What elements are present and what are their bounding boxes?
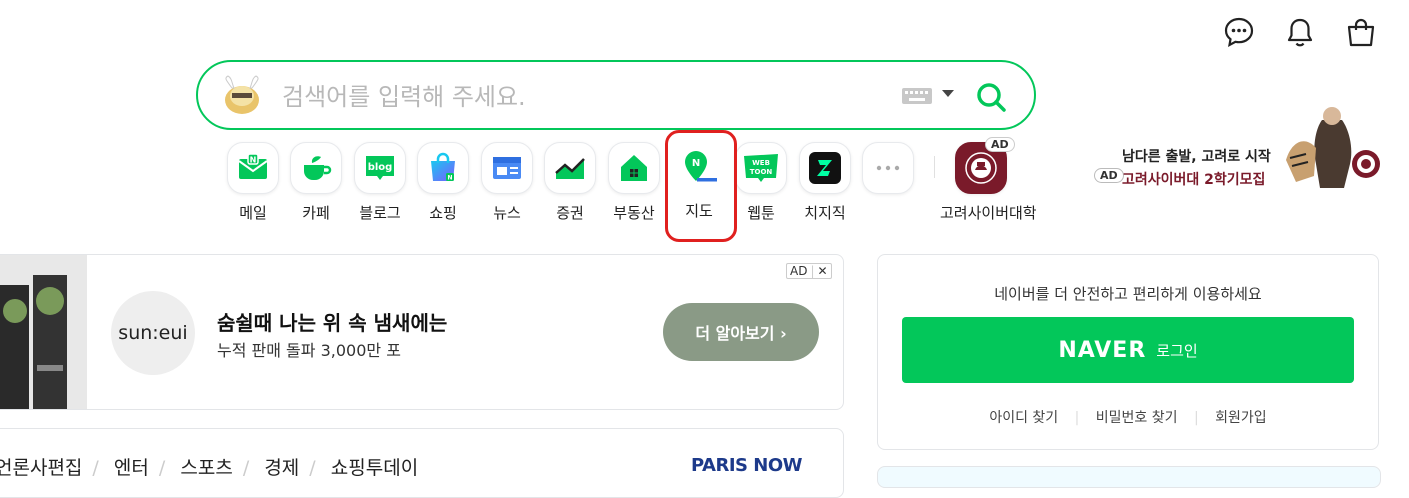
cafe-icon — [290, 142, 342, 194]
service-real-estate[interactable]: 부동산 — [601, 142, 667, 223]
service-label: 부동산 — [613, 204, 655, 222]
service-label: 고려사이버대학 — [940, 204, 1037, 222]
service-label: 카페 — [302, 204, 330, 222]
side-ad-subline: 고려사이버대 2학기모집 — [1122, 172, 1266, 188]
find-password-link[interactable]: 비밀번호 찾기 — [1096, 410, 1178, 426]
login-button-label: 로그인 — [1156, 341, 1198, 360]
service-blog[interactable]: blog 블로그 — [347, 142, 413, 223]
naver-login-button[interactable]: NAVER 로그인 — [902, 317, 1354, 383]
service-more[interactable] — [855, 142, 921, 194]
brand-logo: sun:eui — [111, 291, 195, 375]
service-label: 증권 — [556, 204, 584, 222]
service-stock[interactable]: 증권 — [537, 142, 603, 223]
service-label: 뉴스 — [493, 204, 521, 222]
side-ad-image — [1286, 100, 1382, 192]
banner-ad[interactable]: sun:eui 숨쉴때 나는 위 속 냄새에는 누적 판매 돌파 3,000만 … — [0, 254, 844, 410]
learn-more-button[interactable]: 더 알아보기 › — [663, 303, 819, 361]
banner-ad-subtitle: 누적 판매 돌파 3,000만 포 — [217, 341, 401, 360]
mail-icon: N — [227, 142, 279, 194]
search-button[interactable] — [974, 80, 1008, 114]
service-cafe[interactable]: 카페 — [283, 142, 349, 223]
login-card: 네이버를 더 안전하고 편리하게 이용하세요 NAVER 로그인 아이디 찾기 … — [877, 254, 1379, 450]
brand-name: sun:eui — [118, 322, 188, 344]
highlight-box — [665, 130, 737, 242]
service-news[interactable]: 뉴스 — [474, 142, 540, 223]
keyboard-icon[interactable] — [902, 86, 932, 106]
svg-text:blog: blog — [368, 162, 393, 173]
talk-icon[interactable] — [1221, 14, 1257, 50]
search-icon — [977, 83, 1006, 112]
find-id-link[interactable]: 아이디 찾기 — [989, 410, 1058, 426]
service-label: 웹툰 — [747, 204, 775, 222]
service-label: 쇼핑 — [429, 204, 457, 222]
link-separator: | — [1074, 410, 1080, 426]
shopping-bag-icon[interactable] — [1343, 14, 1379, 50]
banner-ad-image — [0, 255, 87, 409]
shopping-icon: N — [417, 142, 469, 194]
service-label: 메일 — [239, 204, 267, 222]
service-shopping[interactable]: N 쇼핑 — [410, 142, 476, 223]
svg-text:WEB: WEB — [752, 159, 770, 167]
service-label: 치지직 — [804, 204, 846, 222]
close-icon[interactable]: ✕ — [818, 264, 828, 278]
paris-now-logo[interactable]: PARIS NOW — [691, 455, 802, 476]
ad-label: AD | ✕ — [786, 263, 832, 279]
signup-link[interactable]: 회원가입 — [1215, 410, 1267, 426]
next-card — [877, 466, 1381, 488]
keyboard-dropdown-icon[interactable] — [942, 90, 954, 97]
ad-badge: AD — [790, 264, 808, 278]
news-icon — [481, 142, 533, 194]
more-icon — [862, 142, 914, 194]
search-input[interactable] — [280, 80, 884, 114]
side-ad[interactable]: 남다른 출발, 고려로 시작 AD 고려사이버대 2학기모집 — [1090, 100, 1390, 200]
service-chzzk[interactable]: 치지직 — [792, 142, 858, 223]
stock-icon — [544, 142, 596, 194]
search-mascot-icon — [220, 74, 264, 118]
service-webtoon[interactable]: WEB TOON 웹툰 — [728, 142, 794, 223]
news-tabs-card: 언론사편집 / 엔터 / 스포츠 / 경제 / 쇼핑투데이 PARIS NOW — [0, 428, 844, 498]
svg-text:N: N — [250, 156, 257, 165]
side-ad-badge: AD — [1094, 168, 1124, 183]
service-label: 블로그 — [359, 204, 401, 222]
svg-text:N: N — [447, 175, 452, 182]
service-divider — [934, 156, 935, 178]
login-links: 아이디 찾기 | 비밀번호 찾기 | 회원가입 — [878, 407, 1378, 427]
side-ad-headline: 남다른 출발, 고려로 시작 — [1122, 149, 1271, 165]
search-box — [196, 60, 1036, 130]
ad-badge: AD — [985, 137, 1015, 152]
service-mail[interactable]: N 메일 — [220, 142, 286, 223]
svg-text:TOON: TOON — [750, 168, 773, 176]
service-korea-cyber-univ[interactable]: 고려사이버대학 — [940, 142, 1037, 223]
bell-icon[interactable] — [1282, 14, 1318, 50]
login-message: 네이버를 더 안전하고 편리하게 이용하세요 — [994, 285, 1262, 303]
banner-ad-title: 숨쉴때 나는 위 속 냄새에는 — [217, 311, 448, 335]
link-separator: | — [1193, 410, 1199, 426]
naver-logo: NAVER — [1058, 337, 1147, 363]
webtoon-icon: WEB TOON — [735, 142, 787, 194]
blog-icon: blog — [354, 142, 406, 194]
real-estate-icon — [608, 142, 660, 194]
chzzk-icon — [799, 142, 851, 194]
